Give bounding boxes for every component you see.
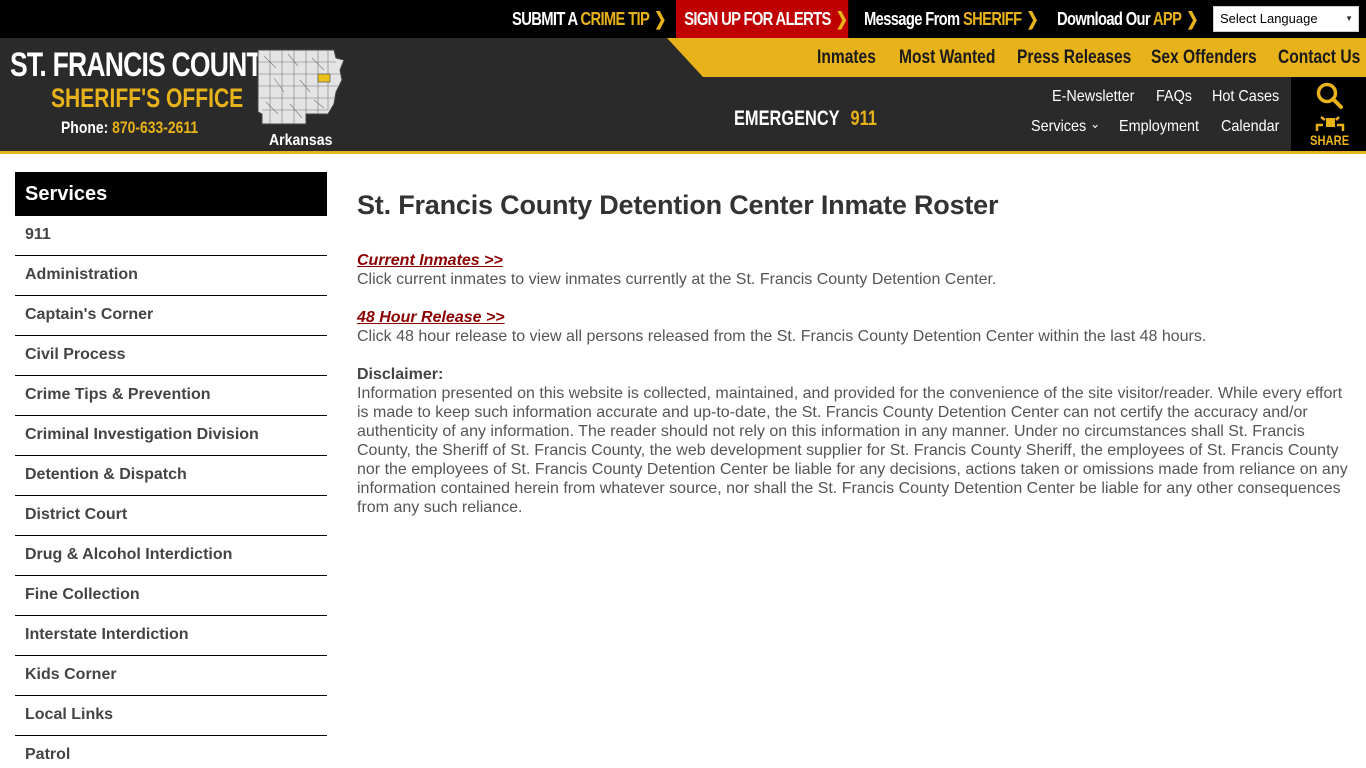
sidebar-item-drug-alcohol[interactable]: Drug & Alcohol Interdiction [15,536,327,576]
sidebar-item-crime-tips[interactable]: Crime Tips & Prevention [15,376,327,416]
emergency-line: EMERGENCY 911 [734,107,877,131]
alerts-label: SIGN UP FOR ALERTS [684,9,831,29]
disclaimer-body: Information presented on this website is… [357,385,1348,516]
subnav-hot-cases[interactable]: Hot Cases [1212,88,1279,106]
chevron-right-icon: ❯ [1186,9,1198,29]
sidebar-title: Services [15,172,327,216]
sidebar-item-patrol[interactable]: Patrol [15,736,327,768]
logo-subtitle: SHERIFF'S OFFICE [51,83,244,113]
sidebar-item-fine-collection[interactable]: Fine Collection [15,576,327,616]
nav-sex-offenders[interactable]: Sex Offenders [1151,38,1257,77]
share-label[interactable]: SHARE [1310,132,1349,148]
current-inmates-description: Click current inmates to view inmates cu… [357,271,997,288]
phone-label: Phone: [61,118,113,137]
sheriff-msg-prefix: Message From [864,9,963,29]
language-selected: Select Language [1220,11,1318,26]
emergency-number[interactable]: 911 [851,107,877,130]
dropdown-caret-icon: ▼ [1345,14,1353,23]
phone-number[interactable]: 870-633-2611 [112,118,198,137]
disclaimer-heading: Disclaimer: [357,366,444,383]
top-utility-bar: SUBMIT A CRIME TIP ❯ SIGN UP FOR ALERTS ❯ … [0,0,1366,38]
sidebar-item-captains-corner[interactable]: Captain's Corner [15,296,327,336]
crime-tip-accent: CRIME TIP [580,9,650,29]
sidebar-item-civil-process[interactable]: Civil Process [15,336,327,376]
app-prefix: Download Our [1057,9,1153,29]
page-title: St. Francis County Detention Center Inma… [357,190,999,220]
sheriff-msg-accent: SHERIFF [962,9,1022,29]
chevron-right-icon: ❯ [835,9,848,29]
subnav-employment[interactable]: Employment [1119,118,1199,136]
site-header: ST. FRANCIS COUNTY SHERIFF'S OFFICE Phon… [0,38,1366,151]
subnav-calendar[interactable]: Calendar [1221,118,1279,136]
submit-crime-tip-link[interactable]: SUBMIT A CRIME TIP ❯ [512,0,666,38]
state-label: Arkansas [269,132,333,149]
search-icon[interactable] [1315,81,1345,111]
48-hour-release-link[interactable]: 48 Hour Release >> [357,308,1352,327]
sidebar-item-detention-dispatch[interactable]: Detention & Dispatch [15,456,327,496]
nav-inmates[interactable]: Inmates [817,38,876,77]
chevron-right-icon: ❯ [654,9,666,29]
message-from-sheriff-link[interactable]: Message From SHERIFF ❯ [864,0,1039,38]
main-content: St. Francis County Detention Center Inma… [357,190,1352,517]
crime-tip-prefix: SUBMIT A [512,9,581,29]
chevron-right-icon: ❯ [1026,9,1039,29]
language-select[interactable]: Select Language ▼ [1213,6,1359,32]
main-nav: Inmates Most Wanted Press Releases Sex O… [0,38,1366,77]
services-sidebar: Services 911 Administration Captain's Co… [15,172,327,768]
sidebar-item-interstate-interdiction[interactable]: Interstate Interdiction [15,616,327,656]
sidebar-item-district-court[interactable]: District Court [15,496,327,536]
download-app-link[interactable]: Download Our APP ❯ [1057,0,1199,38]
chevron-down-icon: ⌄ [1090,116,1101,131]
48-hour-release-description: Click 48 hour release to view all person… [357,328,1207,345]
share-icon[interactable] [1314,113,1346,133]
emergency-label: EMERGENCY [734,107,840,130]
current-inmates-link[interactable]: Current Inmates >> [357,251,1352,270]
app-accent: APP [1152,9,1182,29]
header-divider [0,151,1366,154]
subnav-faqs[interactable]: FAQs [1156,88,1192,106]
sidebar-item-criminal-investigation[interactable]: Criminal Investigation Division [15,416,327,456]
nav-contact-us[interactable]: Contact Us [1278,38,1360,77]
nav-press-releases[interactable]: Press Releases [1017,38,1131,77]
sign-up-alerts-link[interactable]: SIGN UP FOR ALERTS ❯ [676,0,849,38]
sidebar-item-911[interactable]: 911 [15,216,327,256]
sidebar-item-kids-corner[interactable]: Kids Corner [15,656,327,696]
sidebar-item-local-links[interactable]: Local Links [15,696,327,736]
subnav-services[interactable]: Services ⌄ [1031,116,1101,136]
subnav-e-newsletter[interactable]: E-Newsletter [1052,88,1134,106]
header-icon-panel: SHARE [1291,77,1366,151]
phone-line: Phone: 870-633-2611 [61,118,198,138]
nav-most-wanted[interactable]: Most Wanted [899,38,995,77]
sidebar-item-administration[interactable]: Administration [15,256,327,296]
subnav-services-label: Services [1031,118,1087,135]
